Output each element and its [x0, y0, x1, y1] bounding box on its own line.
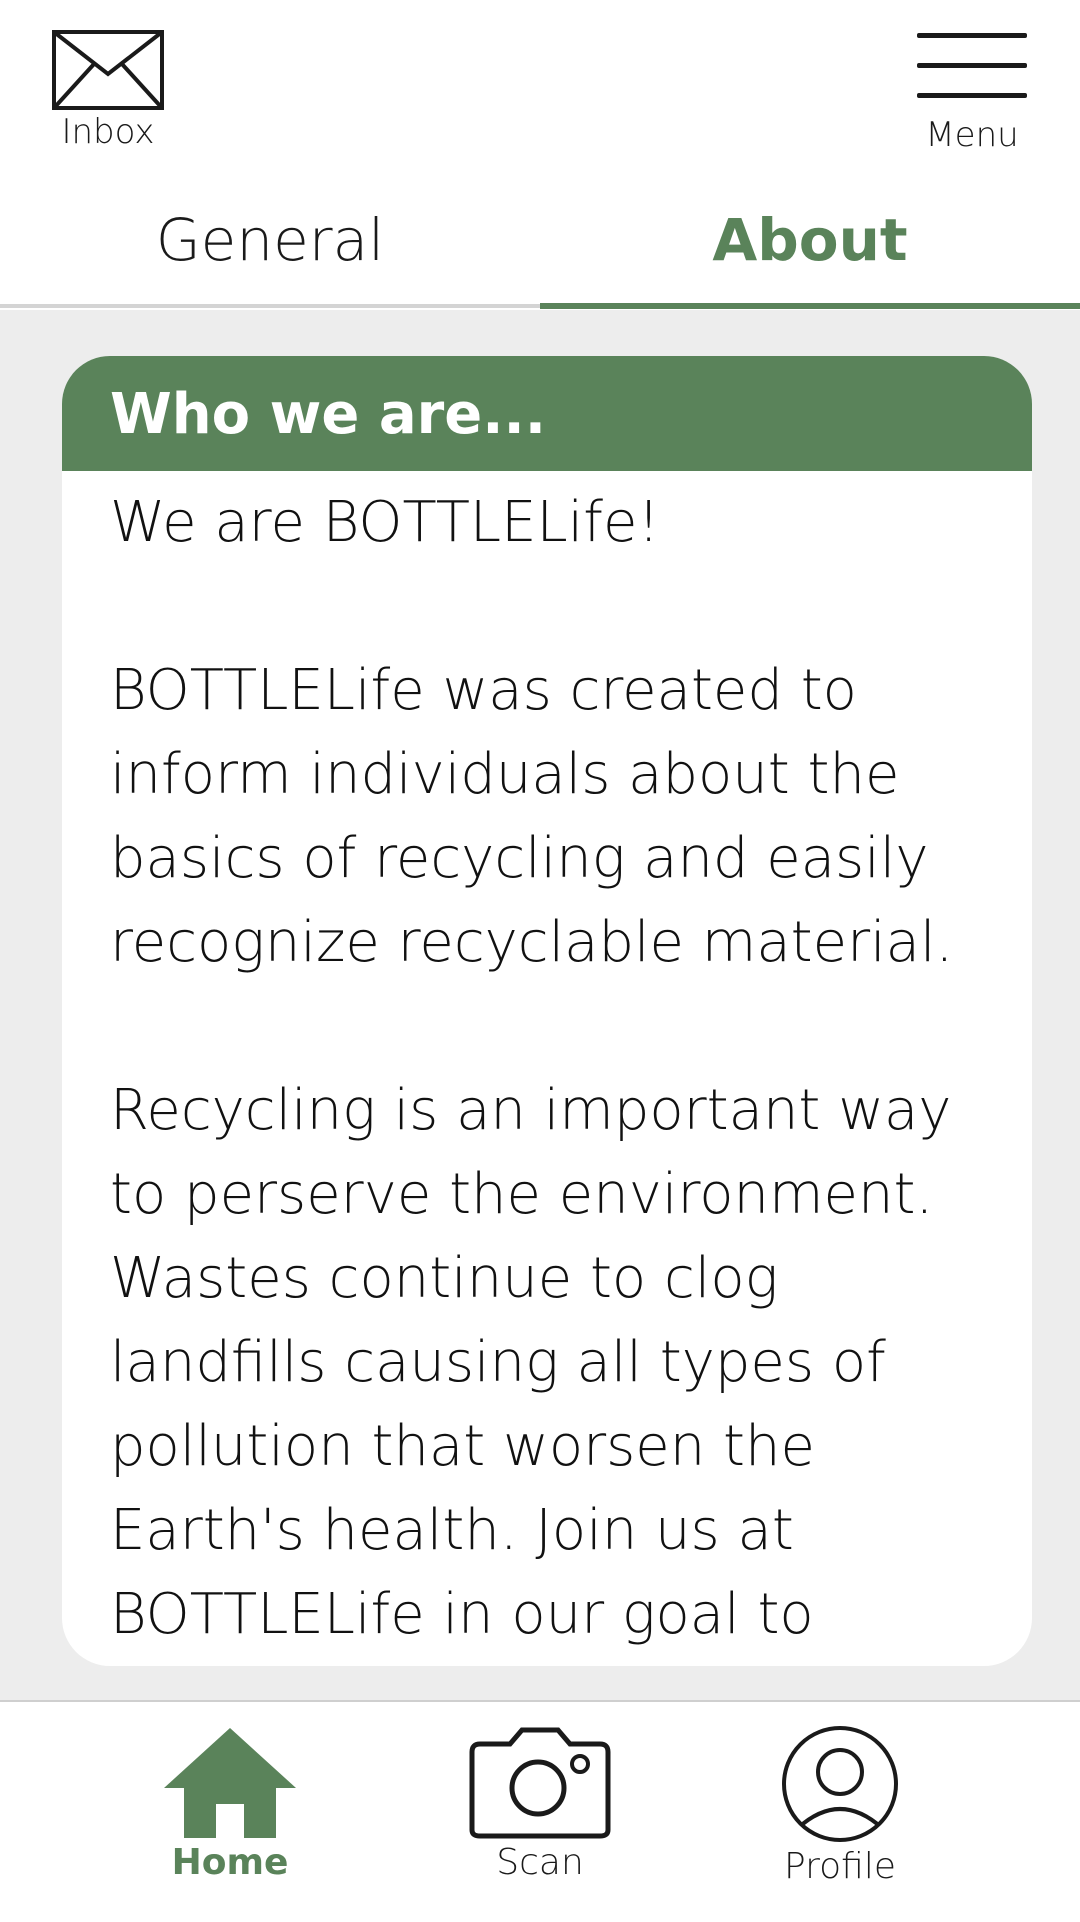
card-body: We are BOTTLELife! BOTTLELife was create…: [62, 471, 1032, 1666]
inbox-button[interactable]: Inbox: [48, 30, 168, 155]
nav-home[interactable]: Home: [130, 1724, 330, 1883]
profile-icon: [782, 1726, 898, 1842]
card-title: Who we are...: [62, 356, 1032, 471]
nav-profile-label: Profile: [784, 1846, 896, 1887]
tab-active-indicator: [540, 303, 1080, 309]
tab-about[interactable]: About: [540, 190, 1080, 309]
home-icon: [164, 1728, 296, 1838]
tab-underline: [0, 304, 540, 308]
hamburger-icon: [912, 30, 1032, 113]
about-paragraph-intro: We are BOTTLELife!: [110, 490, 660, 555]
top-bar: Inbox Menu General About: [0, 0, 1080, 310]
nav-scan-label: Scan: [496, 1842, 584, 1883]
nav-home-label: Home: [171, 1842, 289, 1883]
menu-button[interactable]: Menu: [912, 30, 1032, 155]
tab-general[interactable]: General: [0, 190, 540, 308]
menu-label: Menu: [925, 115, 1019, 155]
tab-about-label: About: [712, 206, 908, 274]
about-paragraph-purpose: BOTTLELife was created to inform individ…: [110, 658, 954, 975]
envelope-icon: [52, 30, 164, 110]
tab-general-label: General: [155, 206, 385, 274]
nav-profile[interactable]: Profile: [740, 1724, 940, 1887]
inbox-label: Inbox: [61, 112, 155, 152]
nav-scan[interactable]: Scan: [440, 1724, 640, 1883]
about-paragraph-mission: Recycling is an important way to perserv…: [110, 1078, 952, 1647]
about-card: Who we are... We are BOTTLELife! BOTTLEL…: [62, 356, 1032, 1666]
camera-icon: [469, 1727, 611, 1839]
tab-bar: General About: [0, 190, 1080, 309]
bottom-navigation: Home Scan Profile: [0, 1700, 1080, 1922]
